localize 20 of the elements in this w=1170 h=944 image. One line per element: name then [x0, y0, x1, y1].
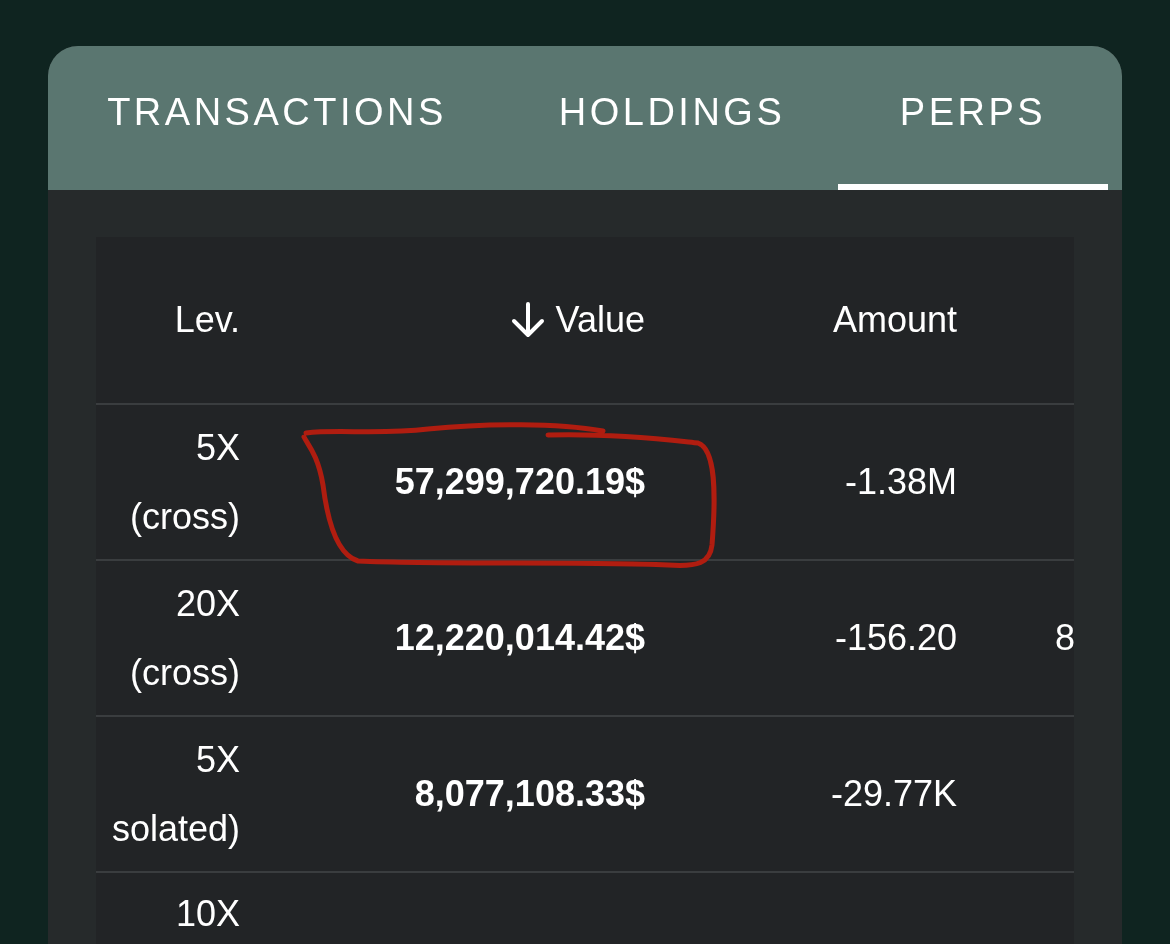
table-cell: 8,077,108.33$: [414, 773, 645, 815]
table-cell-text: 5X: [195, 737, 240, 782]
tab[interactable]: PERPS: [838, 46, 1108, 190]
column-header[interactable]: Lev.: [174, 289, 240, 351]
table-cell-text: 10X: [175, 892, 240, 936]
column-header[interactable]: Value: [555, 299, 645, 341]
table-cell: -1.38M: [844, 461, 957, 503]
table-cell: -29.77K: [830, 773, 957, 815]
table-cell: -156.20: [834, 617, 957, 659]
table-cell-text: solated): [111, 807, 240, 851]
table-cell-text: 20X: [175, 581, 240, 626]
table-cell: 57,299,720.19$: [394, 461, 645, 503]
table-cell: 8: [1055, 617, 1074, 659]
tab[interactable]: HOLDINGS: [506, 46, 838, 190]
table-cell-text: (cross): [130, 651, 240, 695]
table-cell-text: 5X: [195, 425, 240, 470]
column-header[interactable]: Amount: [832, 299, 957, 341]
table-cell: 12,220,014.42$: [394, 617, 645, 659]
tab[interactable]: TRANSACTIONS: [48, 46, 506, 190]
table-cell-text: (cross): [130, 495, 240, 539]
